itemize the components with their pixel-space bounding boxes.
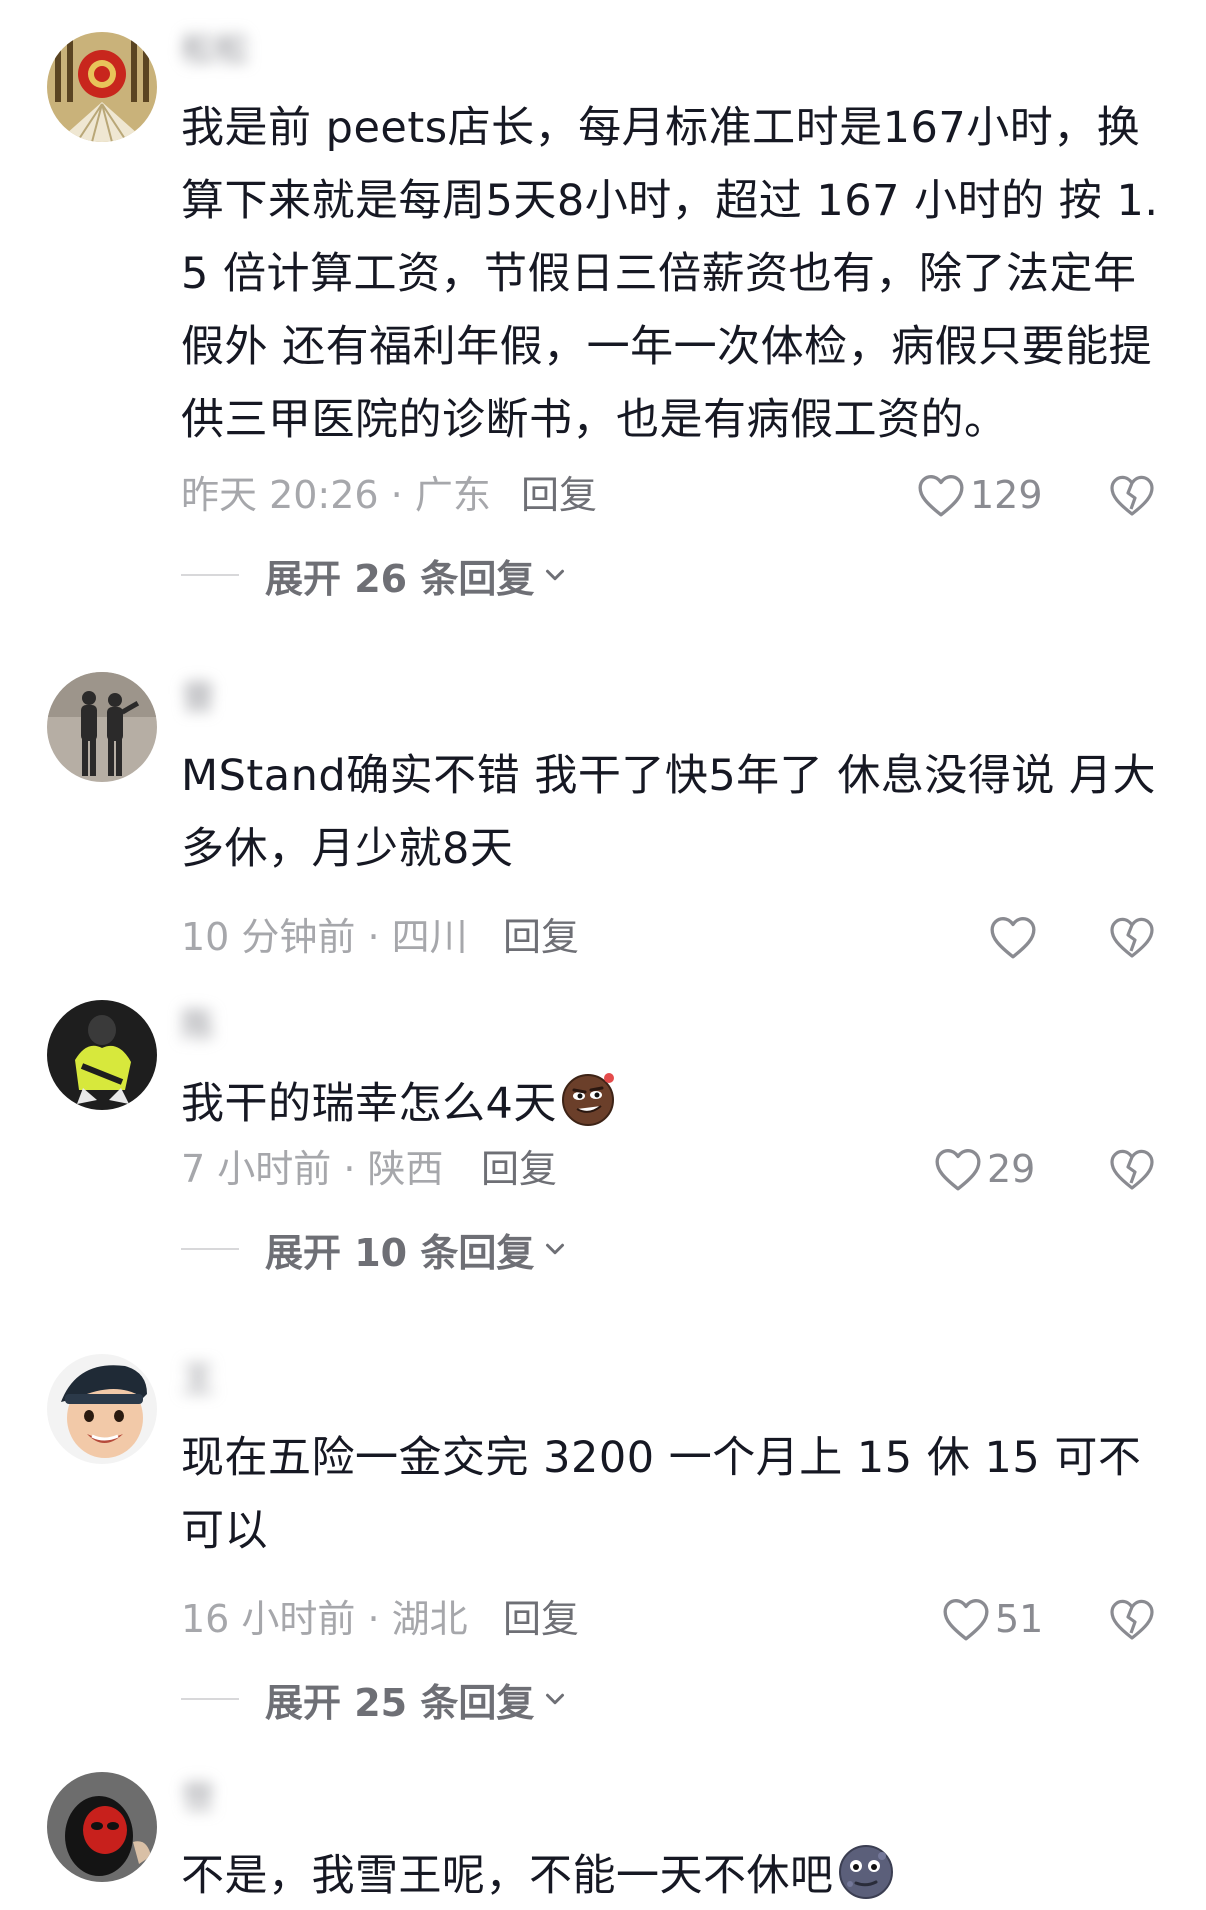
comment-text-content: 我干的瑞幸怎么4天 — [181, 1079, 557, 1129]
comment-text: 现在五险一金交完 3200 一个月上 15 休 15 可不可以 — [181, 1433, 1142, 1556]
like-button[interactable]: 29 — [933, 1144, 1035, 1194]
broken-heart-icon — [1110, 917, 1154, 958]
red-emblem-avatar-icon — [47, 32, 157, 142]
like-count: 129 — [970, 473, 1043, 517]
expand-replies-label: 展开 26 条回复 — [265, 556, 535, 601]
expand-replies-button[interactable]: 展开 25 条回复 — [181, 1674, 570, 1725]
comment-text: 我干的瑞幸怎么4天 — [181, 1068, 1161, 1141]
dislike-button[interactable] — [1107, 1144, 1157, 1194]
comment-text-content: 不是，我雪王呢，不能一天不休吧 — [181, 1851, 834, 1901]
heart-icon — [935, 1148, 981, 1191]
avatar[interactable] — [47, 1000, 157, 1110]
avatar[interactable] — [47, 32, 157, 142]
expand-replies-label: 展开 25 条回复 — [265, 1680, 535, 1725]
comment-meta: 7 小时前 · 陕西 回复 29 — [181, 1144, 1161, 1194]
reply-button[interactable]: 回复 — [521, 470, 597, 520]
expand-replies-button[interactable]: 展开 10 条回复 — [181, 1224, 570, 1275]
username[interactable]: 曾 — [181, 678, 215, 718]
chevron-down-icon — [546, 569, 565, 581]
broken-heart-icon — [1110, 1599, 1154, 1640]
like-button[interactable]: 51 — [941, 1594, 1043, 1644]
username[interactable]: 世 — [181, 1778, 215, 1818]
comment-meta: 16 小时前 · 湖北 回复 51 — [181, 1594, 1161, 1644]
yellow-jacket-avatar-icon — [47, 1000, 157, 1110]
broken-heart-icon — [1110, 1149, 1154, 1190]
heart-icon — [943, 1598, 989, 1641]
moon-face-emoji-icon — [838, 1845, 893, 1899]
reply-button[interactable]: 回复 — [503, 1594, 579, 1644]
comment-text: 不是，我雪王呢，不能一天不休吧 — [181, 1840, 1161, 1910]
like-count: 29 — [987, 1147, 1036, 1191]
chevron-down-icon — [546, 1243, 565, 1255]
dislike-button[interactable] — [1107, 470, 1157, 520]
dislike-button[interactable] — [1107, 1594, 1157, 1644]
comment-text: MStand确实不错 我干了快5年了 休息没得说 月大多休，月少就8天 — [181, 751, 1157, 874]
smirk-emoji-icon — [561, 1073, 614, 1126]
username[interactable]: 陈 — [181, 1006, 215, 1046]
broken-heart-icon — [1110, 475, 1154, 516]
reply-button[interactable]: 回复 — [481, 1144, 557, 1194]
heart-icon — [918, 474, 964, 517]
avatar[interactable] — [47, 1772, 157, 1882]
username[interactable]: 王 — [181, 1360, 215, 1400]
comment-meta: 昨天 20:26 · 广东 回复 129 — [181, 470, 1161, 520]
heart-icon — [990, 917, 1036, 959]
like-button[interactable] — [988, 912, 1042, 962]
timestamp-location: 16 小时前 · 湖北 — [181, 1597, 468, 1641]
divider — [181, 574, 239, 576]
baby-face-avatar-icon — [47, 1354, 157, 1464]
divider — [181, 1698, 239, 1700]
red-mask-avatar-icon — [47, 1772, 157, 1882]
shadow-photo-avatar-icon — [47, 672, 157, 782]
username[interactable]: 松松 — [181, 30, 249, 70]
like-button[interactable]: 129 — [916, 470, 1043, 520]
comment-text: 我是前 peets店长，每月标准工时是167小时，换算下来就是每周5天8小时，超… — [181, 103, 1159, 445]
avatar[interactable] — [47, 672, 157, 782]
expand-replies-label: 展开 10 条回复 — [265, 1230, 535, 1275]
timestamp-location: 昨天 20:26 · 广东 — [181, 473, 491, 517]
divider — [181, 1248, 239, 1250]
timestamp-location: 7 小时前 · 陕西 — [181, 1147, 444, 1191]
avatar[interactable] — [47, 1354, 157, 1464]
like-count: 51 — [995, 1597, 1044, 1641]
timestamp-location: 10 分钟前 · 四川 — [181, 915, 468, 959]
reply-button[interactable]: 回复 — [503, 912, 579, 962]
chevron-down-icon — [546, 1693, 565, 1705]
comment-meta: 10 分钟前 · 四川 回复 — [181, 912, 1161, 962]
expand-replies-button[interactable]: 展开 26 条回复 — [181, 550, 570, 601]
dislike-button[interactable] — [1107, 912, 1157, 962]
